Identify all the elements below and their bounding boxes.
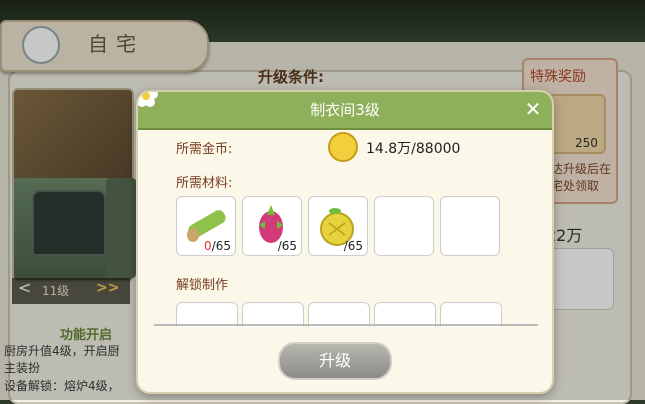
material-count: /65 — [278, 239, 297, 253]
material-count: 0/65 — [204, 239, 231, 253]
unlock-craft-label: 解锁制作 — [176, 278, 229, 293]
dialog-title: 制衣间3级 — [310, 101, 380, 119]
upgrade-dialog: 制衣间3级 ✕ 所需金币: 14.8万/88000 所需材料: 0/65 /65… — [136, 90, 554, 394]
material-need: /65 — [343, 239, 363, 253]
material-need: /65 — [211, 239, 231, 253]
material-slot-empty — [374, 196, 434, 256]
material-slot-dragonfruit[interactable]: /65 — [242, 196, 302, 256]
material-slot-empty — [440, 196, 500, 256]
close-icon[interactable]: ✕ — [522, 98, 544, 120]
material-slot-melon[interactable]: /65 — [308, 196, 368, 256]
material-need: /65 — [277, 239, 297, 253]
upgrade-button[interactable]: 升级 — [278, 342, 392, 380]
material-count: /65 — [344, 239, 363, 253]
material-slot-bamboo[interactable]: 0/65 — [176, 196, 236, 256]
gold-required-value: 14.8万/88000 — [366, 141, 461, 157]
gold-required-label: 所需金币: — [176, 142, 233, 157]
material-have: 0 — [204, 239, 212, 253]
materials-label: 所需材料: — [176, 176, 233, 191]
divider — [154, 324, 538, 326]
coin-icon — [328, 132, 358, 162]
